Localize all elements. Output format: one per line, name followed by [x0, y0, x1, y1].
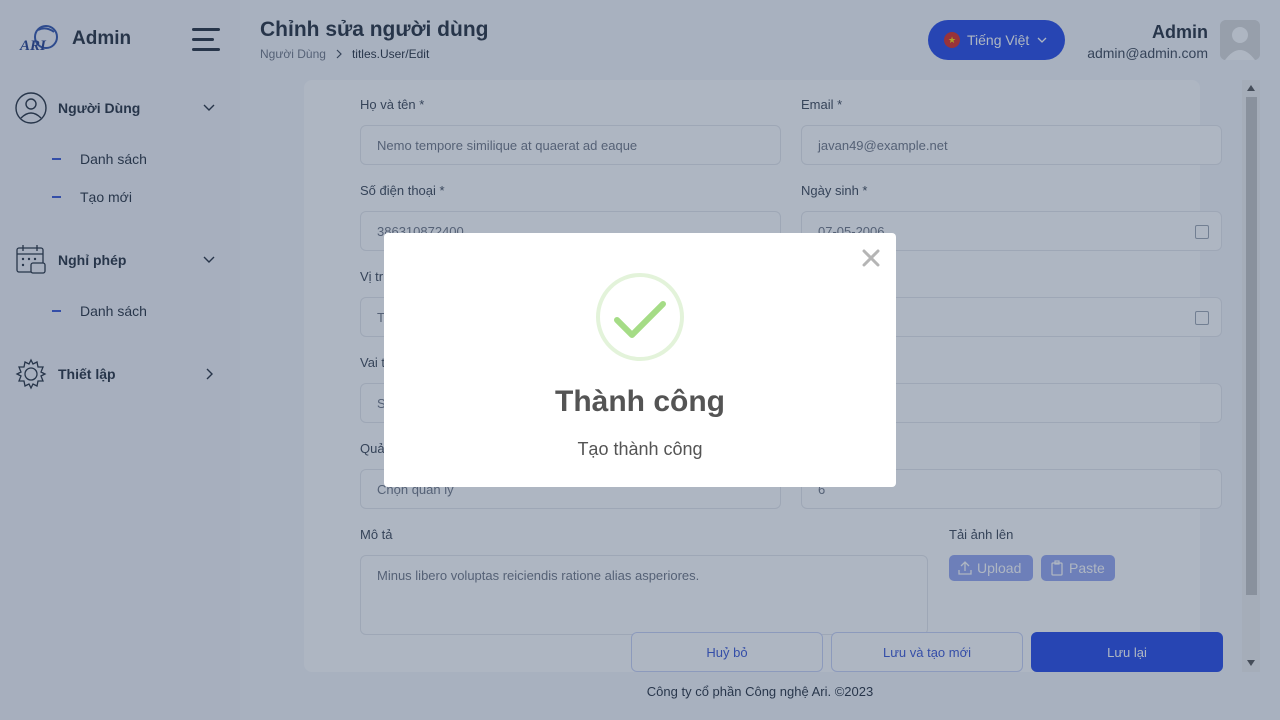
success-check-icon: [596, 273, 684, 361]
success-modal: Thành công Tạo thành công: [384, 233, 896, 487]
modal-title: Thành công: [555, 385, 725, 418]
close-icon[interactable]: [860, 247, 882, 269]
modal-message: Tạo thành công: [577, 439, 703, 459]
